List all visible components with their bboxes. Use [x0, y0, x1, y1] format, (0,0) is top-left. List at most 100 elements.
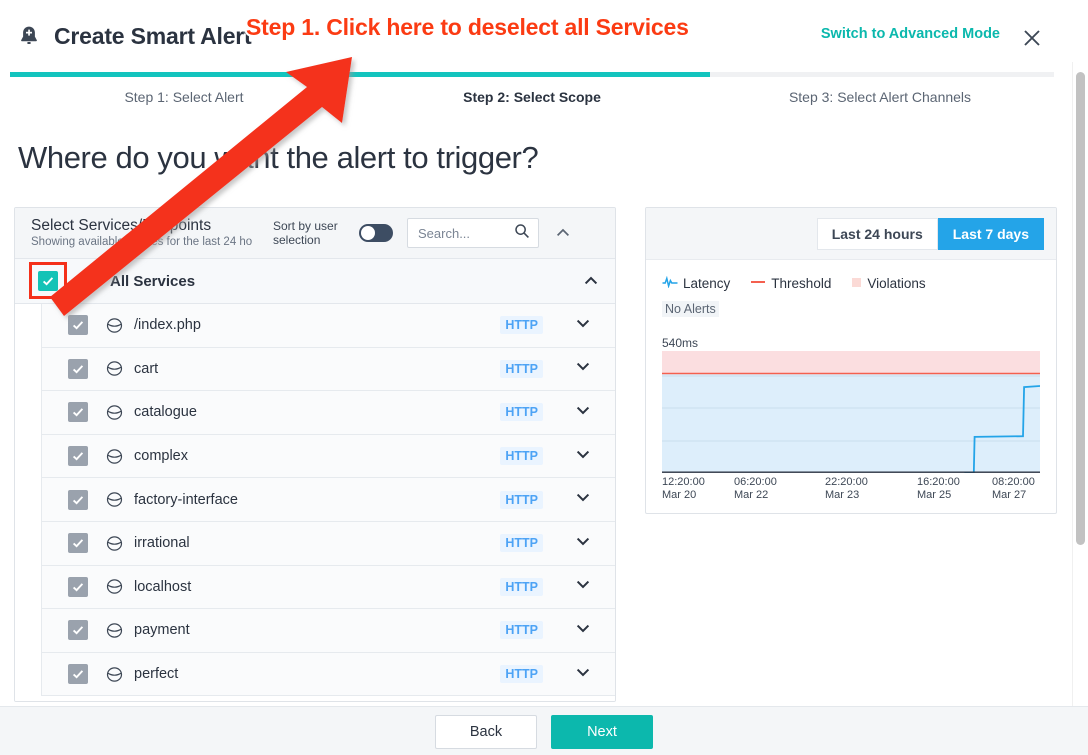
service-checkbox[interactable] [68, 620, 88, 641]
table-row[interactable]: irrational HTTP [41, 521, 615, 566]
legend-item-latency[interactable]: Latency [662, 275, 730, 291]
close-icon[interactable] [1018, 24, 1046, 52]
callout-text: Step 1. Click here to deselect all Servi… [244, 12, 691, 42]
service-checkbox[interactable] [68, 358, 88, 379]
sort-by-user-selection-label: Sort by user selection [273, 219, 338, 247]
x-tick-date: Mar 27 [992, 489, 1027, 501]
step-progress-fill [10, 72, 710, 77]
legend-item-violations[interactable]: Violations [851, 276, 926, 291]
protocol-badge: HTTP [500, 359, 543, 378]
x-tick-time: 06:20:00 [734, 476, 777, 488]
section-heading: Where do you want the alert to trigger? [18, 140, 539, 175]
protocol-badge: HTTP [500, 447, 543, 466]
table-row[interactable]: catalogue HTTP [41, 391, 615, 435]
row-chevron-down-icon[interactable] [575, 576, 591, 597]
tab-step-2[interactable]: Step 2: Select Scope [358, 84, 706, 112]
chart-y-axis-max-label: 540ms [662, 336, 699, 350]
latency-area [662, 374, 1040, 473]
x-tick-0: 12:20:00 Mar 20 [662, 476, 705, 502]
latency-wave-icon [662, 275, 678, 291]
service-endpoint-icon [106, 491, 124, 509]
page-title: Create Smart Alert [54, 22, 252, 49]
toggle-knob [361, 226, 375, 240]
panel-header: Select Services/Endpoints Showing availa… [15, 208, 615, 259]
table-row[interactable]: perfect HTTP [41, 652, 615, 697]
x-tick-time: 12:20:00 [662, 476, 705, 488]
service-group-icon [78, 271, 100, 291]
violations-swatch-icon [851, 276, 862, 291]
table-row[interactable]: cart HTTP [41, 347, 615, 392]
legend-label-violations: Violations [867, 276, 926, 291]
switch-advanced-mode-link[interactable]: Switch to Advanced Mode [821, 26, 1000, 42]
row-chevron-down-icon[interactable] [575, 664, 591, 685]
modal-footer: Back Next [0, 706, 1088, 755]
step-progress-track [10, 72, 1054, 77]
search-input[interactable] [416, 224, 510, 242]
tab-step-3[interactable]: Step 3: Select Alert Channels [706, 84, 1054, 112]
all-services-label: All Services [110, 272, 196, 290]
service-checkbox[interactable] [68, 576, 88, 597]
service-name: complex [134, 448, 188, 465]
protocol-badge: HTTP [500, 665, 543, 684]
panel-collapse-chevron-up-icon[interactable] [553, 223, 573, 243]
x-tick-time: 22:20:00 [825, 476, 868, 488]
panel-header-titles: Select Services/Endpoints Showing availa… [31, 217, 261, 250]
back-button[interactable]: Back [435, 714, 537, 749]
service-endpoint-icon [106, 665, 124, 683]
x-tick-1: 06:20:00 Mar 22 [734, 476, 777, 502]
service-name: payment [134, 622, 190, 639]
row-chevron-down-icon[interactable] [575, 489, 591, 510]
legend-item-threshold[interactable]: Threshold [750, 276, 831, 291]
service-checkbox[interactable] [68, 533, 88, 554]
table-row[interactable]: localhost HTTP [41, 565, 615, 610]
chart-x-axis: 12:20:00 Mar 20 06:20:00 Mar 22 22:20:00… [662, 476, 1052, 506]
protocol-badge: HTTP [500, 403, 543, 422]
x-tick-date: Mar 22 [734, 489, 769, 501]
search-input-wrapper[interactable] [407, 218, 539, 248]
row-chevron-down-icon[interactable] [575, 315, 591, 336]
service-name: irrational [134, 535, 190, 552]
service-endpoint-icon [106, 578, 124, 596]
service-checkbox[interactable] [68, 402, 88, 423]
service-name: /index.php [134, 317, 201, 334]
table-row[interactable]: payment HTTP [41, 609, 615, 653]
row-chevron-down-icon[interactable] [575, 358, 591, 379]
panel-title: Select Services/Endpoints [31, 216, 212, 234]
all-services-row[interactable]: All Services [15, 259, 615, 304]
service-endpoint-icon [106, 403, 124, 421]
range-last-24-hours-button[interactable]: Last 24 hours [816, 217, 938, 250]
next-button[interactable]: Next [551, 714, 653, 749]
legend-label-threshold: Threshold [771, 276, 832, 291]
service-endpoint-icon [106, 621, 124, 639]
table-row[interactable]: factory-interface HTTP [41, 478, 615, 522]
tab-step-1[interactable]: Step 1: Select Alert [10, 84, 358, 112]
table-row[interactable]: /index.php HTTP [41, 304, 615, 348]
chart-plot-area [662, 351, 1041, 474]
all-services-checkbox[interactable] [38, 271, 58, 291]
service-checkbox[interactable] [68, 489, 88, 510]
x-tick-time: 08:20:00 [992, 476, 1035, 488]
row-chevron-down-icon[interactable] [575, 620, 591, 641]
table-row[interactable]: complex HTTP [41, 434, 615, 479]
row-chevron-down-icon[interactable] [575, 446, 591, 467]
x-tick-2: 22:20:00 Mar 23 [825, 476, 868, 502]
page-scrollbar-track[interactable] [1072, 62, 1088, 706]
row-chevron-down-icon[interactable] [575, 402, 591, 423]
sort-by-user-selection-toggle[interactable] [359, 224, 393, 242]
all-services-checkbox-wrapper[interactable] [38, 271, 58, 291]
service-name: localhost [134, 578, 192, 595]
all-services-chevron-up-icon[interactable] [583, 273, 599, 294]
row-chevron-down-icon[interactable] [575, 533, 591, 554]
service-checkbox[interactable] [68, 664, 88, 685]
service-checkbox[interactable] [68, 315, 88, 336]
x-tick-4: 08:20:00 Mar 27 [992, 476, 1035, 502]
select-services-panel: Select Services/Endpoints Showing availa… [14, 207, 616, 702]
services-list[interactable]: /index.php HTTP cart HTTP catalogue HTTP compl… [15, 304, 615, 701]
bell-add-icon [14, 21, 44, 51]
service-checkbox[interactable] [68, 446, 88, 467]
protocol-badge: HTTP [500, 534, 543, 553]
range-last-7-days-button[interactable]: Last 7 days [937, 217, 1044, 250]
x-tick-date: Mar 25 [917, 489, 952, 501]
protocol-badge: HTTP [500, 577, 543, 596]
page-scrollbar-thumb[interactable] [1076, 72, 1085, 545]
